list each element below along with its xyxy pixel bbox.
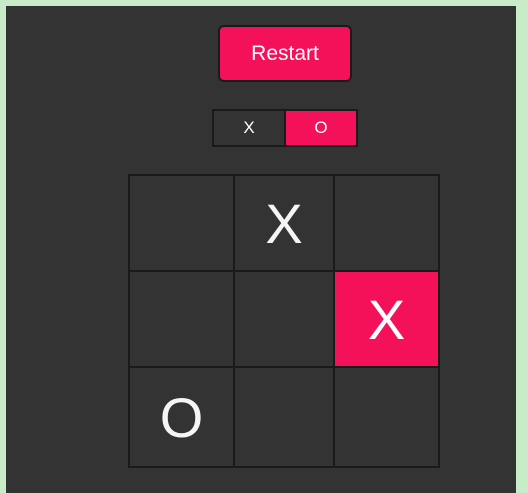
board-cell-r1c1[interactable] bbox=[130, 176, 235, 272]
restart-button[interactable]: Restart bbox=[218, 25, 352, 82]
board-cell-r2c3[interactable]: X bbox=[335, 272, 438, 368]
game-board: X X O bbox=[128, 174, 440, 468]
board-cell-r2c2[interactable] bbox=[235, 272, 335, 368]
board-cell-r3c1[interactable]: O bbox=[130, 368, 235, 466]
board-cell-r3c2[interactable] bbox=[235, 368, 335, 466]
game-panel: Restart X O X X O bbox=[6, 6, 522, 493]
board-cell-r1c3[interactable] bbox=[335, 176, 438, 272]
turn-x-option[interactable]: X bbox=[214, 111, 284, 145]
board-cell-r3c3[interactable] bbox=[335, 368, 438, 466]
turn-o-option[interactable]: O bbox=[284, 111, 356, 145]
board-cell-r2c1[interactable] bbox=[130, 272, 235, 368]
turn-indicator: X O bbox=[212, 109, 358, 147]
board-cell-r1c2[interactable]: X bbox=[235, 176, 335, 272]
